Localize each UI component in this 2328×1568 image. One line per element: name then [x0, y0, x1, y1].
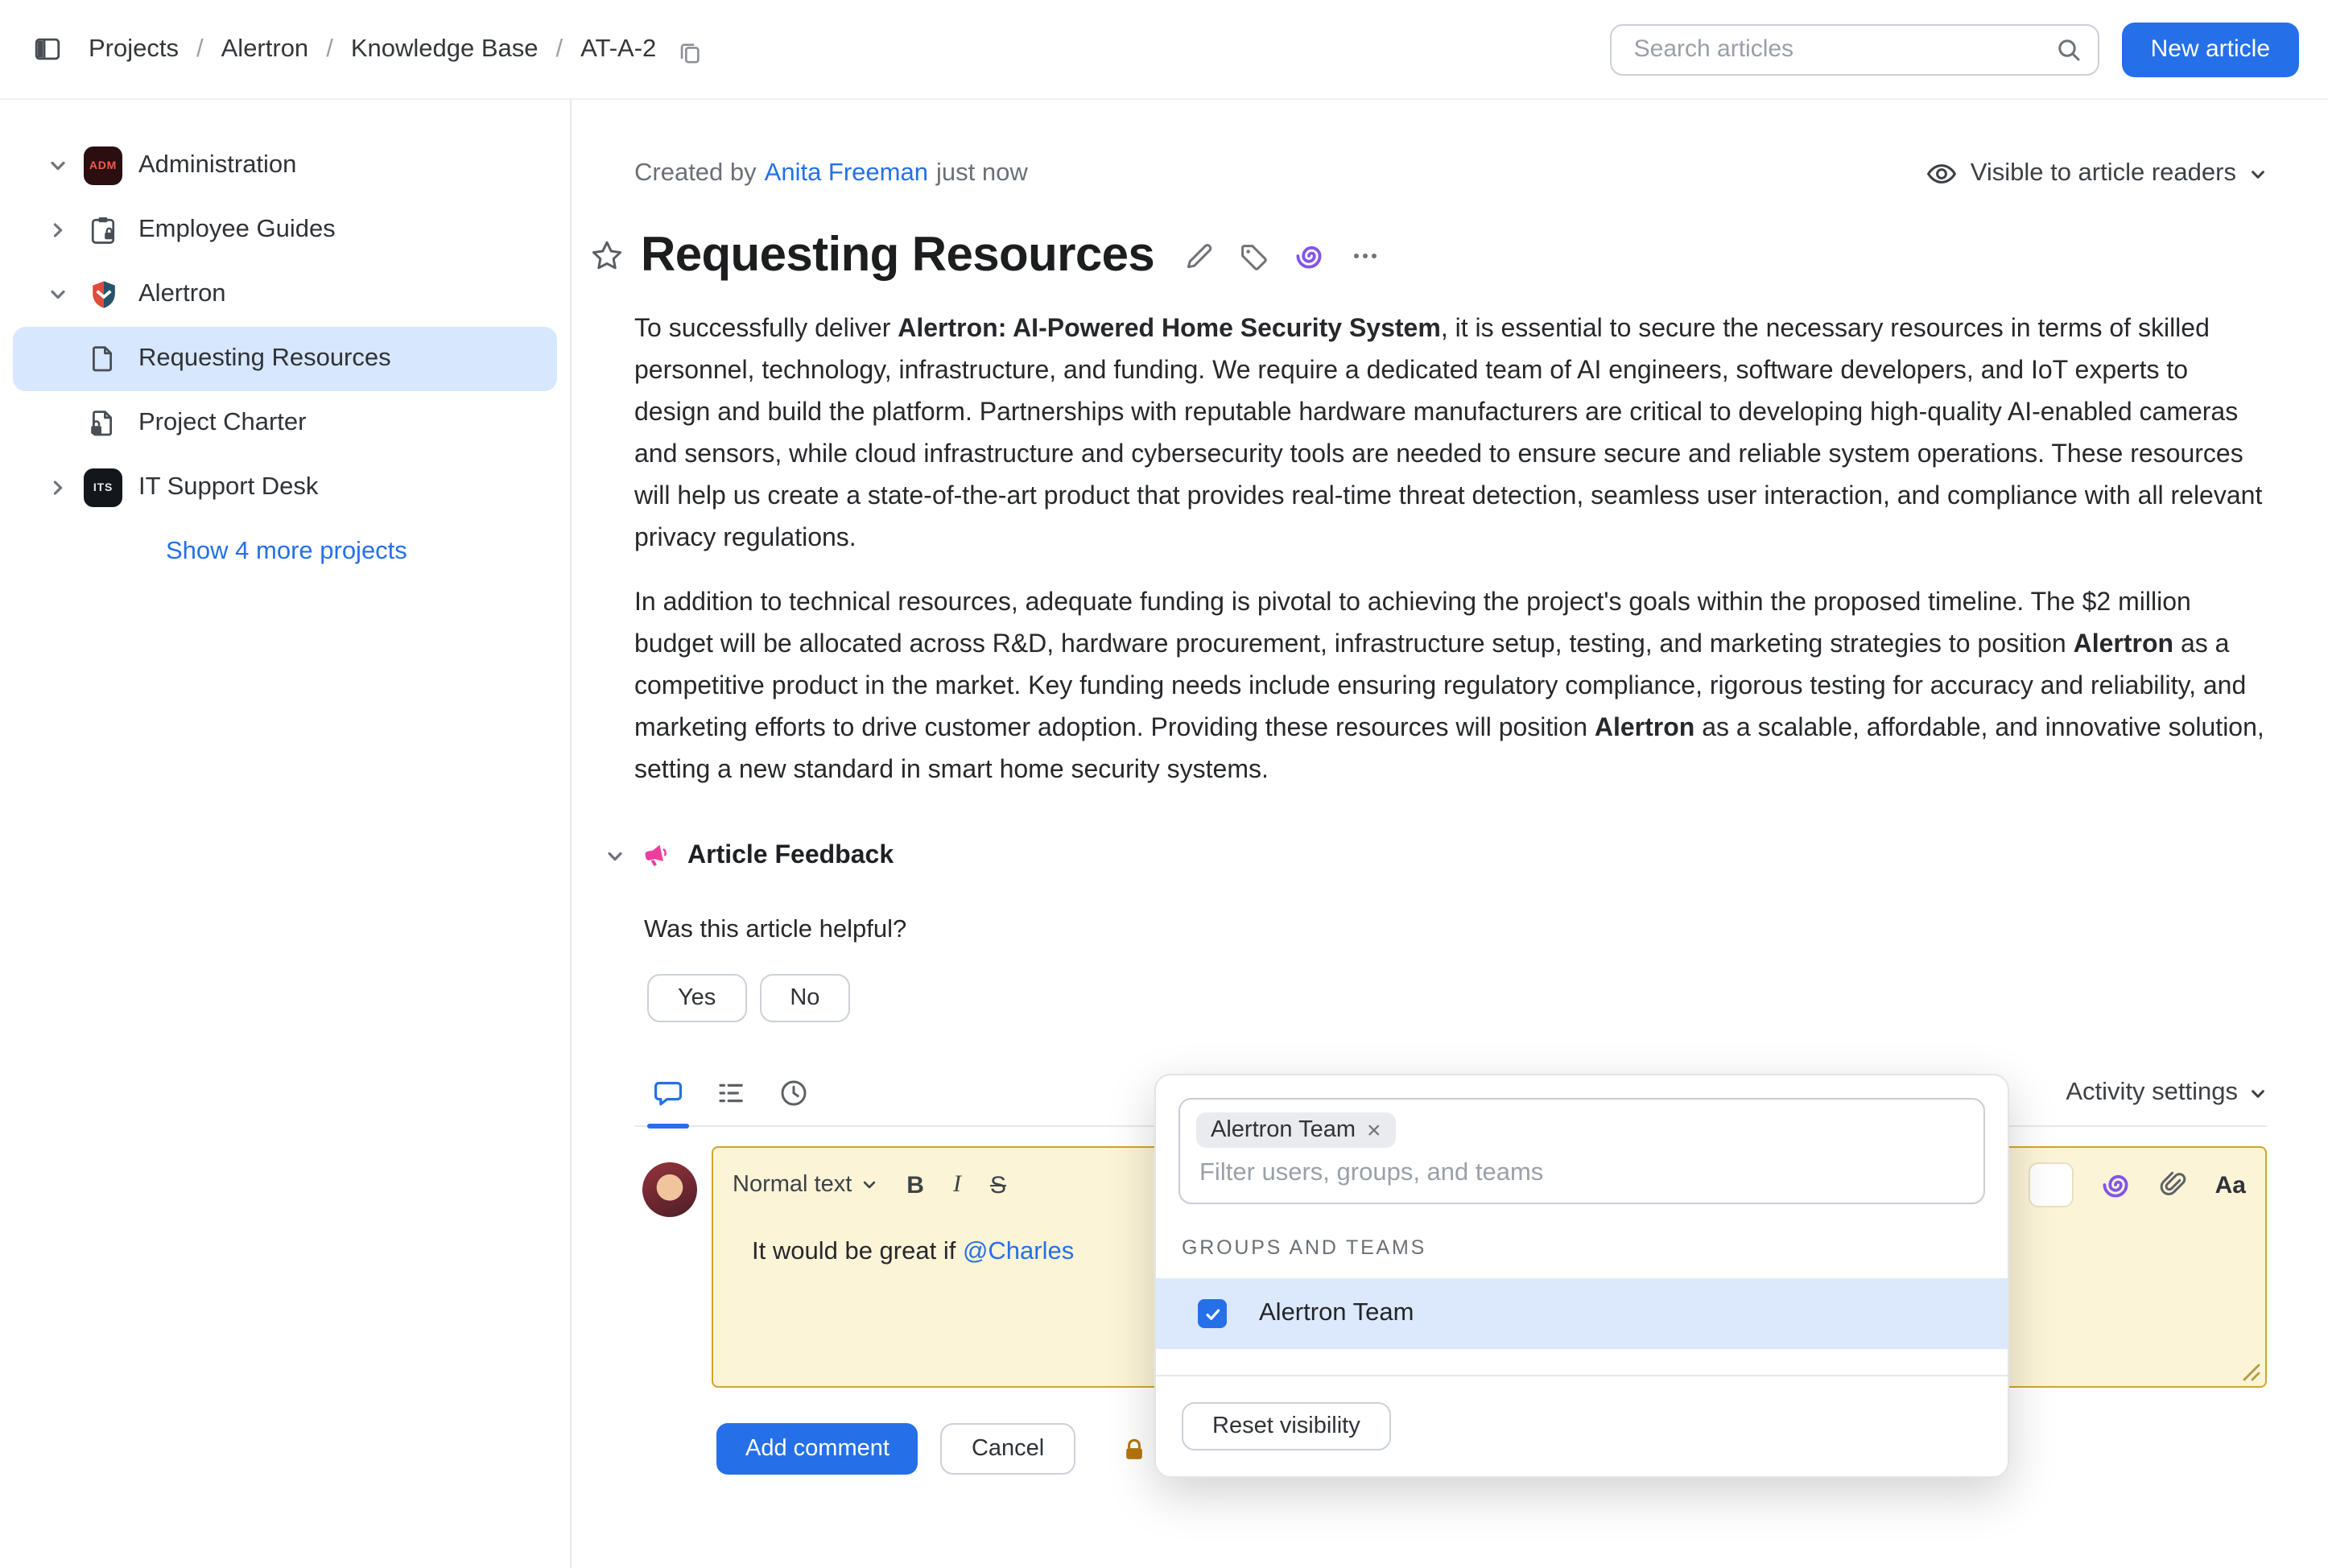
new-article-button[interactable]: New article [2122, 22, 2299, 76]
checked-checkbox[interactable] [1198, 1299, 1227, 1328]
strikethrough-button[interactable]: S [990, 1171, 1006, 1199]
copy-id-icon[interactable] [677, 40, 701, 64]
star-icon[interactable] [589, 238, 625, 274]
comments-tab-icon[interactable] [652, 1077, 684, 1109]
breadcrumb: Projects / Alertron / Knowledge Base / A… [89, 35, 701, 64]
chevron-down-icon[interactable] [605, 846, 625, 865]
author-link[interactable]: Anita Freeman [765, 159, 928, 188]
sidebar-item-label: Project Charter [138, 409, 306, 438]
chevron-right-icon[interactable] [45, 478, 71, 497]
selected-team-label: Alertron Team [1211, 1117, 1356, 1143]
toolbar-button[interactable] [2029, 1162, 2074, 1207]
sidebar-item-project-charter[interactable]: Project Charter [13, 391, 557, 456]
eye-icon [1926, 158, 1958, 190]
it-support-project-icon: ITS [84, 468, 122, 507]
visibility-filter-input[interactable] [1196, 1157, 1974, 1190]
sidebar-item-administration[interactable]: ADM Administration [13, 134, 557, 198]
editor-toolbar-right: Aa [2029, 1162, 2246, 1207]
activity-settings-dropdown[interactable]: Activity settings [2066, 1079, 2267, 1108]
chevron-down-icon [2249, 165, 2267, 183]
page-title: Requesting Resources [641, 229, 1154, 283]
avatar [642, 1162, 697, 1217]
sidebar-item-alertron[interactable]: Alertron [13, 262, 557, 327]
cancel-button[interactable]: Cancel [941, 1423, 1075, 1475]
chevron-down-icon[interactable] [45, 156, 71, 175]
lock-icon [1120, 1435, 1147, 1463]
search-input[interactable] [1631, 34, 2056, 64]
show-more-projects-link[interactable]: Show 4 more projects [13, 520, 557, 584]
sidebar-item-label: Alertron [138, 280, 226, 309]
sidebar-item-label: Employee Guides [138, 216, 336, 245]
ai-spiral-icon[interactable] [2099, 1169, 2132, 1201]
title-actions [1183, 240, 1381, 272]
created-prefix: Created by [634, 159, 757, 188]
sidebar: ADM Administration Employee Guides Alert… [0, 100, 572, 1568]
tag-icon[interactable] [1238, 241, 1269, 271]
administration-project-icon: ADM [84, 146, 122, 185]
breadcrumb-project[interactable]: Alertron [221, 35, 309, 64]
sidebar-toggle-icon[interactable] [32, 34, 63, 64]
feedback-buttons: Yes No [634, 974, 2267, 1022]
popup-divider [1156, 1375, 2008, 1376]
feedback-section-title: Article Feedback [687, 841, 894, 870]
paragraph-style-label: Normal text [733, 1172, 852, 1198]
search-icon [2056, 36, 2082, 62]
visibility-dropdown[interactable]: Visible to article readers [1926, 158, 2267, 190]
created-time: just now [936, 159, 1028, 188]
chevron-down-icon[interactable] [45, 285, 71, 304]
add-comment-button[interactable]: Add comment [716, 1423, 918, 1475]
title-row: Requesting Resources [634, 229, 2267, 283]
visibility-label: Visible to article readers [1971, 159, 2236, 188]
chevron-down-icon [861, 1177, 877, 1193]
article-paragraph: In addition to technical resources, adeq… [634, 583, 2267, 792]
sidebar-item-label: Requesting Resources [138, 345, 391, 373]
activity-list-tab-icon[interactable] [715, 1077, 747, 1109]
groups-section-label: GROUPS AND TEAMS [1182, 1236, 1982, 1259]
active-tab-indicator [647, 1124, 689, 1129]
paragraph-style-select[interactable]: Normal text [733, 1172, 877, 1198]
article-icon [84, 340, 122, 378]
breadcrumb-projects[interactable]: Projects [89, 35, 179, 64]
activity-settings-label: Activity settings [2066, 1079, 2238, 1108]
sidebar-item-employee-guides[interactable]: Employee Guides [13, 198, 557, 262]
edit-pencil-icon[interactable] [1183, 241, 1214, 271]
visibility-popup: Alertron Team × GROUPS AND TEAMS Alertro… [1154, 1074, 2009, 1478]
team-option-row[interactable]: Alertron Team [1156, 1278, 2008, 1349]
sidebar-item-requesting-resources[interactable]: Requesting Resources [13, 327, 557, 391]
sidebar-item-label: IT Support Desk [138, 473, 318, 502]
app-window: Projects / Alertron / Knowledge Base / A… [0, 0, 2328, 1568]
created-by-row: Created by Anita Freeman just now Visibl… [634, 158, 2267, 190]
text-format-button[interactable]: Aa [2215, 1171, 2246, 1199]
selected-team-tag: Alertron Team × [1196, 1112, 1396, 1148]
attachment-paperclip-icon[interactable] [2157, 1169, 2190, 1201]
breadcrumb-knowledge-base[interactable]: Knowledge Base [351, 35, 539, 64]
remove-tag-icon[interactable]: × [1367, 1118, 1381, 1142]
feedback-question: Was this article helpful? [634, 916, 2267, 945]
no-button[interactable]: No [759, 974, 850, 1022]
resize-handle[interactable] [2241, 1362, 2260, 1381]
yes-button[interactable]: Yes [647, 974, 746, 1022]
feedback-section-header: Article Feedback [634, 840, 2267, 871]
search-box[interactable] [1610, 23, 2099, 75]
bold-button[interactable]: B [906, 1171, 924, 1199]
locked-article-icon [84, 404, 122, 443]
italic-button[interactable]: I [953, 1171, 961, 1199]
more-options-icon[interactable] [1349, 240, 1381, 272]
team-option-label: Alertron Team [1259, 1299, 1414, 1328]
alertron-shield-icon [84, 275, 122, 314]
visibility-filter-field[interactable]: Alertron Team × [1178, 1098, 1985, 1204]
top-bar: Projects / Alertron / Knowledge Base / A… [0, 0, 2328, 100]
reset-visibility-button[interactable]: Reset visibility [1182, 1402, 1391, 1450]
breadcrumb-article-id[interactable]: AT-A-2 [580, 35, 656, 64]
sidebar-item-it-support-desk[interactable]: ITS IT Support Desk [13, 456, 557, 520]
megaphone-icon [641, 840, 671, 871]
history-clock-tab-icon[interactable] [778, 1077, 810, 1109]
locked-clipboard-icon [84, 211, 122, 250]
chevron-down-icon [2249, 1084, 2267, 1102]
sidebar-item-label: Administration [138, 151, 296, 180]
article-paragraph: To successfully deliver Alertron: AI-Pow… [634, 309, 2267, 560]
chevron-right-icon[interactable] [45, 221, 71, 240]
ai-spiral-icon[interactable] [1293, 240, 1325, 272]
